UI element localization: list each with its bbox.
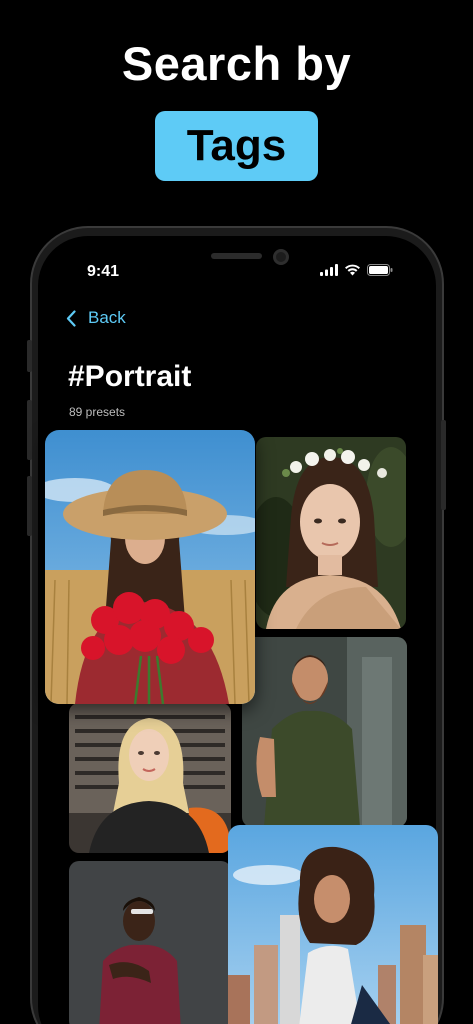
status-time: 9:41 (87, 263, 120, 280)
back-label: Back (88, 308, 126, 327)
phone-speaker (211, 253, 262, 259)
photo-woman-flower-crown[interactable] (256, 437, 406, 629)
tags-highlight-label: Tags (186, 121, 287, 170)
phone-power-button (441, 420, 446, 510)
phone-volume-up-button (27, 400, 32, 460)
photo-bearded-man-green-shirt[interactable] (242, 637, 407, 827)
back-button[interactable]: Back (66, 308, 126, 328)
wifi-icon (345, 264, 360, 276)
photo-blonde-woman-orange-truck[interactable] (69, 703, 231, 853)
phone-side-button (27, 340, 32, 372)
promo-headline: Search by (121, 37, 352, 90)
page-title: #Portrait (68, 360, 192, 393)
phone-volume-down-button (27, 476, 32, 536)
photo-woman-sun-hat-red-flowers[interactable] (45, 430, 255, 704)
battery-icon (367, 264, 393, 276)
signal-icon (320, 264, 338, 276)
phone-camera (273, 249, 289, 265)
tags-highlight-badge: Tags (155, 111, 318, 181)
preset-count: 89 presets (69, 405, 126, 419)
chevron-left-icon (66, 309, 76, 327)
photo-man-burgundy-sweater[interactable] (69, 861, 231, 1024)
status-icons (320, 264, 393, 276)
photo-woman-curly-hair-city[interactable] (228, 825, 438, 1024)
